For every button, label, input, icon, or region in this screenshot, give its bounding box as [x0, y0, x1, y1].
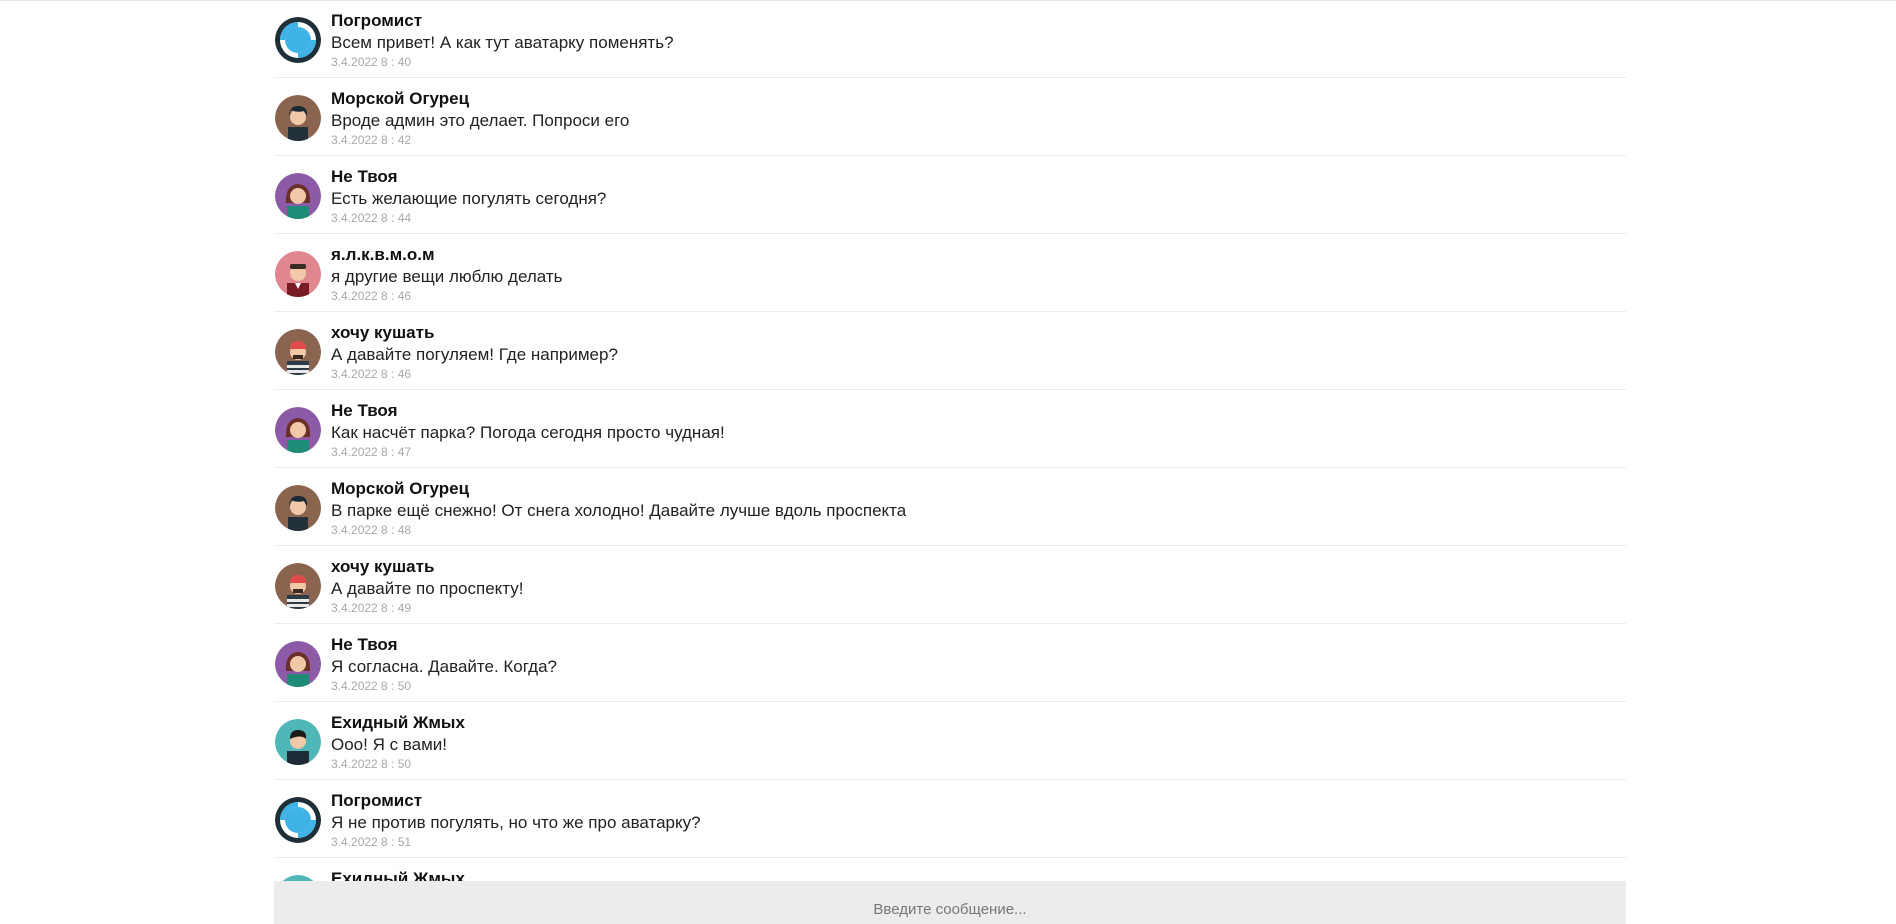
message-item: Ехидный Жмых Ооо! Я с вами! 3.4.2022 8 :… [274, 702, 1626, 780]
message-item: Погромист Я не против погулять, но что ж… [274, 780, 1626, 858]
message-timestamp: 3.4.2022 8 : 49 [331, 601, 412, 615]
message-author[interactable]: Не Твоя [331, 635, 398, 655]
message-text: Я не против погулять, но что же про ават… [331, 813, 701, 832]
message-author[interactable]: Ехидный Жмых [331, 869, 465, 881]
message-author[interactable]: Погромист [331, 11, 422, 31]
man-suit-icon[interactable] [275, 251, 321, 297]
man-teal-icon[interactable] [275, 719, 321, 765]
message-text: я другие вещи люблю делать [331, 267, 563, 286]
message-author[interactable]: Не Твоя [331, 167, 398, 187]
message-text: А давайте погуляем! Где например? [331, 345, 618, 364]
woman-curly-hair-icon[interactable] [275, 641, 321, 687]
message-list[interactable]: Погромист Всем привет! А как тут аватарк… [274, 0, 1626, 881]
woman-curly-hair-icon[interactable] [275, 407, 321, 453]
person-dark-hair-icon[interactable] [275, 95, 321, 141]
message-timestamp: 3.4.2022 8 : 46 [331, 289, 412, 303]
message-author[interactable]: Погромист [331, 791, 422, 811]
message-timestamp: 3.4.2022 8 : 40 [331, 55, 412, 69]
person-dark-hair-icon[interactable] [275, 485, 321, 531]
message-item: хочу кушать А давайте по проспекту! 3.4.… [274, 546, 1626, 624]
message-item: Морской Огурец В парке ещё снежно! От сн… [274, 468, 1626, 546]
message-author[interactable]: Не Твоя [331, 401, 398, 421]
lifebuoy-icon[interactable] [275, 17, 321, 63]
message-author[interactable]: Ехидный Жмых [331, 713, 465, 733]
message-timestamp: 3.4.2022 8 : 50 [331, 757, 412, 771]
message-composer [274, 881, 1626, 924]
man-red-cap-icon[interactable] [275, 329, 321, 375]
message-text: Ооо! Я с вами! [331, 735, 448, 754]
message-timestamp: 3.4.2022 8 : 46 [331, 367, 412, 381]
message-text: Всем привет! А как тут аватарку поменять… [331, 33, 674, 52]
message-author[interactable]: я.л.к.в.м.о.м [331, 245, 435, 265]
message-timestamp: 3.4.2022 8 : 42 [331, 133, 412, 147]
lifebuoy-icon[interactable] [275, 797, 321, 843]
message-item: Морской Огурец Вроде админ это делает. П… [274, 78, 1626, 156]
message-item: хочу кушать А давайте погуляем! Где напр… [274, 312, 1626, 390]
message-author[interactable]: Морской Огурец [331, 89, 469, 109]
message-input[interactable] [274, 881, 1626, 924]
message-author[interactable]: хочу кушать [331, 323, 434, 343]
message-item: Не Твоя Я согласна. Давайте. Когда? 3.4.… [274, 624, 1626, 702]
message-timestamp: 3.4.2022 8 : 51 [331, 835, 412, 849]
message-item: Ехидный Жмых [274, 858, 1626, 881]
message-text: Есть желающие погулять сегодня? [331, 189, 607, 208]
message-timestamp: 3.4.2022 8 : 48 [331, 523, 412, 537]
message-text: Как насчёт парка? Погода сегодня просто … [331, 423, 725, 442]
message-timestamp: 3.4.2022 8 : 50 [331, 679, 412, 693]
message-timestamp: 3.4.2022 8 : 47 [331, 445, 412, 459]
message-text: Вроде админ это делает. Попроси его [331, 111, 630, 130]
message-text: В парке ещё снежно! От снега холодно! Да… [331, 501, 907, 520]
message-item: я.л.к.в.м.о.м я другие вещи люблю делать… [274, 234, 1626, 312]
message-timestamp: 3.4.2022 8 : 44 [331, 211, 412, 225]
message-text: Я согласна. Давайте. Когда? [331, 657, 558, 676]
message-author[interactable]: хочу кушать [331, 557, 434, 577]
man-red-cap-icon[interactable] [275, 563, 321, 609]
woman-curly-hair-icon[interactable] [275, 173, 321, 219]
message-author[interactable]: Морской Огурец [331, 479, 469, 499]
message-text: А давайте по проспекту! [331, 579, 524, 598]
message-item: Погромист Всем привет! А как тут аватарк… [274, 0, 1626, 78]
message-item: Не Твоя Есть желающие погулять сегодня? … [274, 156, 1626, 234]
message-item: Не Твоя Как насчёт парка? Погода сегодня… [274, 390, 1626, 468]
